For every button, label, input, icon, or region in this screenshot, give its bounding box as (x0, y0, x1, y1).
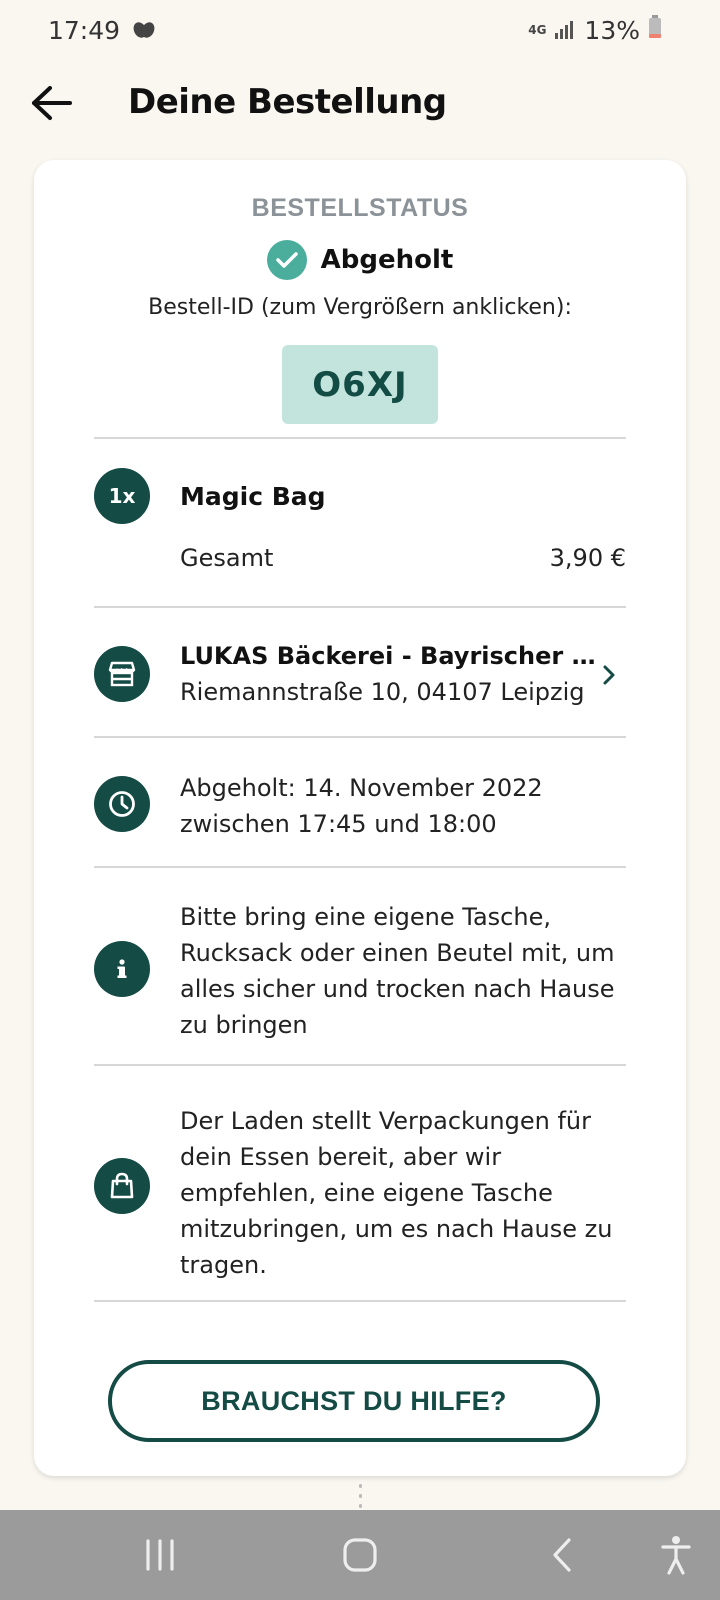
signal-icon (554, 16, 576, 45)
store-icon (94, 646, 150, 702)
divider (94, 437, 626, 439)
status-right: 4G 13% (528, 15, 662, 45)
navigation-bar (0, 1510, 720, 1600)
shopping-bag-icon (94, 1158, 150, 1214)
clock-icon (94, 776, 150, 832)
bag-hint: Bitte bring eine eigene Tasche, Rucksack… (180, 903, 615, 1039)
quantity-text: 1x (108, 484, 136, 508)
divider (94, 1064, 626, 1066)
accessibility-button[interactable] (646, 1530, 706, 1580)
status-left: 17:49 (48, 16, 156, 45)
accessibility-icon (661, 1536, 691, 1575)
scroll-indicator (357, 1484, 363, 1508)
packaging-hint: Der Laden stellt Verpackungen für dein E… (180, 1107, 613, 1279)
recent-apps-icon (146, 1539, 174, 1571)
quantity-badge: 1x (94, 468, 150, 524)
network-type: 4G (528, 22, 547, 37)
order-status-label: BESTELLSTATUS (251, 194, 469, 222)
divider (94, 736, 626, 738)
check-icon (266, 240, 307, 280)
divider (94, 866, 626, 868)
battery-percent: 13% (584, 15, 640, 45)
store-address: Riemannstraße 10, 04107 Leipzig (180, 678, 585, 706)
pickup-date: Abgeholt: 14. November 2022 (180, 774, 543, 802)
divider (94, 606, 626, 608)
nav-back-icon (553, 1538, 571, 1572)
total-label: Gesamt (180, 544, 274, 572)
back-button[interactable] (24, 76, 78, 130)
page-title: Deine Bestellung (128, 82, 447, 122)
status-bar: 17:49 4G 13% (0, 0, 720, 60)
battery-icon (648, 15, 662, 45)
notification-icon (132, 16, 156, 45)
chevron-right-icon (594, 660, 624, 690)
nav-back-button[interactable] (532, 1530, 592, 1580)
order-id-label: Bestell-ID (zum Vergrößern anklicken): (148, 295, 572, 320)
store-name: LUKAS Bäckerei - Bayrischer Bahnhof (180, 642, 600, 670)
help-button[interactable]: BRAUCHST DU HILFE? (108, 1360, 600, 1442)
pickup-time: Abgeholt: 14. November 2022 zwischen 17:… (180, 770, 630, 842)
item-name: Magic Bag (180, 482, 326, 511)
order-card: BESTELLSTATUS Abgeholt Bestell-ID (zum V… (34, 160, 686, 1476)
order-id-button[interactable]: O6XJ (282, 345, 438, 424)
home-icon (343, 1538, 377, 1572)
arrow-left-icon (32, 86, 72, 120)
divider (94, 1300, 626, 1302)
order-status: Abgeholt (34, 240, 686, 280)
pickup-window: zwischen 17:45 und 18:00 (180, 810, 497, 838)
app-header: Deine Bestellung (0, 68, 720, 138)
total-value: 3,90 € (549, 544, 626, 572)
status-time: 17:49 (48, 15, 121, 45)
info-icon (94, 941, 150, 997)
order-status-value: Abgeholt (320, 245, 454, 275)
home-button[interactable] (330, 1530, 390, 1580)
recent-apps-button[interactable] (130, 1530, 190, 1580)
